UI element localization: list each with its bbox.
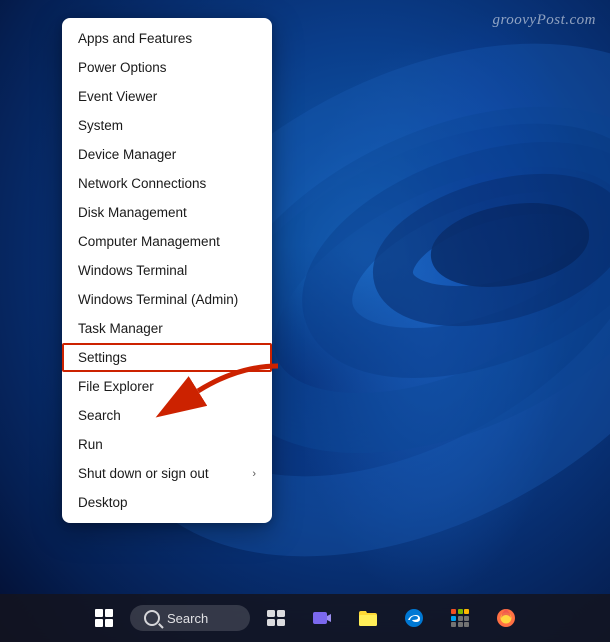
submenu-arrow-icon: › bbox=[252, 468, 256, 480]
menu-item-disk-management[interactable]: Disk Management bbox=[62, 198, 272, 227]
menu-item-label-network-connections: Network Connections bbox=[78, 176, 206, 191]
windows-icon bbox=[95, 609, 113, 627]
menu-item-label-windows-terminal-admin: Windows Terminal (Admin) bbox=[78, 292, 238, 307]
menu-item-shut-down[interactable]: Shut down or sign out › bbox=[62, 459, 272, 488]
teams-icon bbox=[311, 607, 333, 629]
edge-button[interactable] bbox=[394, 598, 434, 638]
menu-item-device-manager[interactable]: Device Manager bbox=[62, 140, 272, 169]
file-explorer-button[interactable] bbox=[348, 598, 388, 638]
menu-item-label-windows-terminal: Windows Terminal bbox=[78, 263, 187, 278]
firefox-icon bbox=[495, 607, 517, 629]
menu-item-label-power-options: Power Options bbox=[78, 60, 167, 75]
menu-item-label-device-manager: Device Manager bbox=[78, 147, 176, 162]
start-button[interactable] bbox=[84, 598, 124, 638]
menu-item-label-run: Run bbox=[78, 437, 103, 452]
apps-grid-icon bbox=[450, 608, 470, 628]
watermark: groovyPost.com bbox=[492, 12, 596, 29]
menu-item-label-disk-management: Disk Management bbox=[78, 205, 187, 220]
firefox-button[interactable] bbox=[486, 598, 526, 638]
taskbar: Search bbox=[0, 594, 610, 642]
menu-item-label-task-manager: Task Manager bbox=[78, 321, 163, 336]
menu-item-apps-features[interactable]: Apps and Features bbox=[62, 24, 272, 53]
menu-item-settings[interactable]: Settings bbox=[62, 343, 272, 372]
menu-item-label-system: System bbox=[78, 118, 123, 133]
context-menu: Apps and Features Power Options Event View… bbox=[62, 18, 272, 523]
menu-item-network-connections[interactable]: Network Connections bbox=[62, 169, 272, 198]
menu-item-label-event-viewer: Event Viewer bbox=[78, 89, 157, 104]
menu-item-label-apps-features: Apps and Features bbox=[78, 31, 192, 46]
task-view-icon bbox=[266, 608, 286, 628]
teams-button[interactable] bbox=[302, 598, 342, 638]
search-icon bbox=[144, 610, 160, 626]
menu-item-run[interactable]: Run bbox=[62, 430, 272, 459]
menu-item-computer-management[interactable]: Computer Management bbox=[62, 227, 272, 256]
menu-item-task-manager[interactable]: Task Manager bbox=[62, 314, 272, 343]
menu-item-desktop[interactable]: Desktop bbox=[62, 488, 272, 517]
menu-item-file-explorer[interactable]: File Explorer bbox=[62, 372, 272, 401]
task-view-button[interactable] bbox=[256, 598, 296, 638]
taskbar-search[interactable]: Search bbox=[130, 605, 250, 631]
menu-item-system[interactable]: System bbox=[62, 111, 272, 140]
menu-item-label-settings: Settings bbox=[78, 350, 127, 365]
menu-item-windows-terminal-admin[interactable]: Windows Terminal (Admin) bbox=[62, 285, 272, 314]
apps-grid-button[interactable] bbox=[440, 598, 480, 638]
menu-item-label-desktop: Desktop bbox=[78, 495, 128, 510]
menu-item-event-viewer[interactable]: Event Viewer bbox=[62, 82, 272, 111]
menu-item-label-search: Search bbox=[78, 408, 121, 423]
taskbar-search-label: Search bbox=[167, 611, 208, 626]
edge-icon bbox=[403, 607, 425, 629]
menu-item-label-file-explorer: File Explorer bbox=[78, 379, 154, 394]
menu-item-label-computer-management: Computer Management bbox=[78, 234, 220, 249]
menu-item-search[interactable]: Search bbox=[62, 401, 272, 430]
file-explorer-icon bbox=[357, 607, 379, 629]
menu-item-windows-terminal[interactable]: Windows Terminal bbox=[62, 256, 272, 285]
menu-item-power-options[interactable]: Power Options bbox=[62, 53, 272, 82]
menu-item-label-shut-down: Shut down or sign out bbox=[78, 466, 209, 481]
